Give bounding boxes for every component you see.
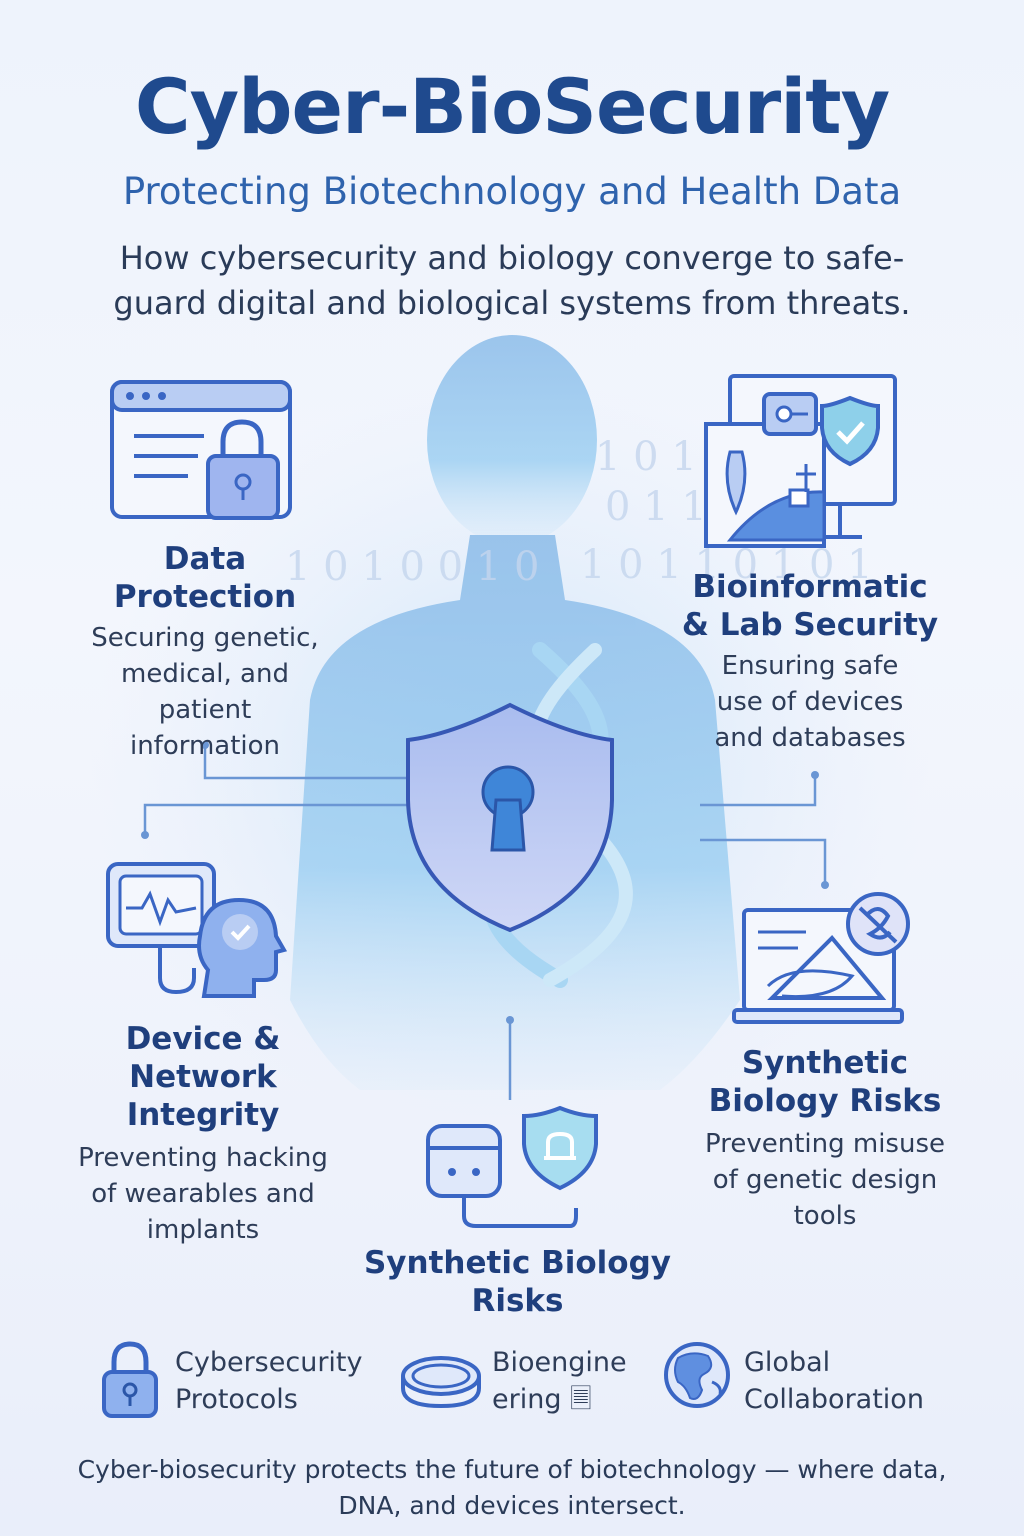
synthetic-biology-bottom-panel: Synthetic Biology Risks	[340, 1244, 695, 1320]
panel-desc: and databases	[714, 723, 906, 753]
synthetic-biology-right-panel: Synthetic Biology Risks Preventing misus…	[690, 1044, 960, 1234]
panel-desc: Preventing hacking	[78, 1143, 328, 1173]
panel-desc: Preventing misuse	[705, 1129, 945, 1159]
device-network-panel: Device & Network Integrity Preventing ha…	[48, 1020, 358, 1248]
legend-label-global: Global Collaboration	[744, 1347, 924, 1415]
legend-row: Cybersecurity Protocols Bioengine ering …	[100, 1340, 980, 1430]
panel-title: Protection	[113, 579, 297, 615]
data-protection-panel: Data Protection Securing genetic, medica…	[80, 540, 330, 764]
panel-desc: implants	[146, 1215, 260, 1245]
footer-text: Cyber-biosecurity protects the future of…	[0, 1452, 1024, 1524]
petri-dish-icon	[401, 1356, 481, 1409]
panel-desc: medical, and	[121, 659, 289, 689]
panel-title: Biology Risks	[708, 1083, 942, 1119]
panel-desc: use of devices	[716, 687, 904, 717]
panel-title: Device &	[125, 1021, 281, 1057]
panel-desc: tools	[793, 1201, 857, 1231]
legend-label-bioengineering: Bioengine ering 🗏	[492, 1347, 627, 1415]
panel-title: Network Integrity	[126, 1059, 280, 1133]
panel-desc: of wearables and	[91, 1179, 315, 1209]
footer-line: Cyber-biosecurity protects the future of…	[77, 1455, 947, 1484]
panel-title: & Lab Security	[681, 607, 939, 643]
panel-desc: Ensuring safe	[721, 651, 899, 681]
wearable-monitor-icon	[106, 862, 288, 998]
padlock-icon	[102, 1341, 158, 1418]
panel-title: Data	[163, 541, 247, 577]
panel-title: Bioinformatic	[692, 569, 928, 605]
device-shield-icon	[426, 1105, 598, 1228]
laptop-design-icon	[732, 892, 910, 1024]
globe-icon	[664, 1342, 730, 1408]
lab-monitor-icon	[704, 374, 897, 548]
panel-title: Synthetic Biology	[363, 1245, 671, 1281]
footer-line: DNA, and devices intersect.	[338, 1491, 686, 1520]
panel-desc: Securing genetic,	[91, 623, 319, 653]
panel-desc: patient information	[129, 695, 281, 761]
legend-label-cybersecurity: Cybersecurity Protocols	[175, 1347, 363, 1415]
panel-title: Synthetic	[741, 1045, 909, 1081]
bioinformatic-panel: Bioinformatic & Lab Security Ensuring sa…	[680, 568, 940, 756]
panel-desc: of genetic design	[712, 1165, 938, 1195]
browser-lock-icon	[110, 380, 292, 520]
panel-title: Risks	[471, 1283, 564, 1319]
